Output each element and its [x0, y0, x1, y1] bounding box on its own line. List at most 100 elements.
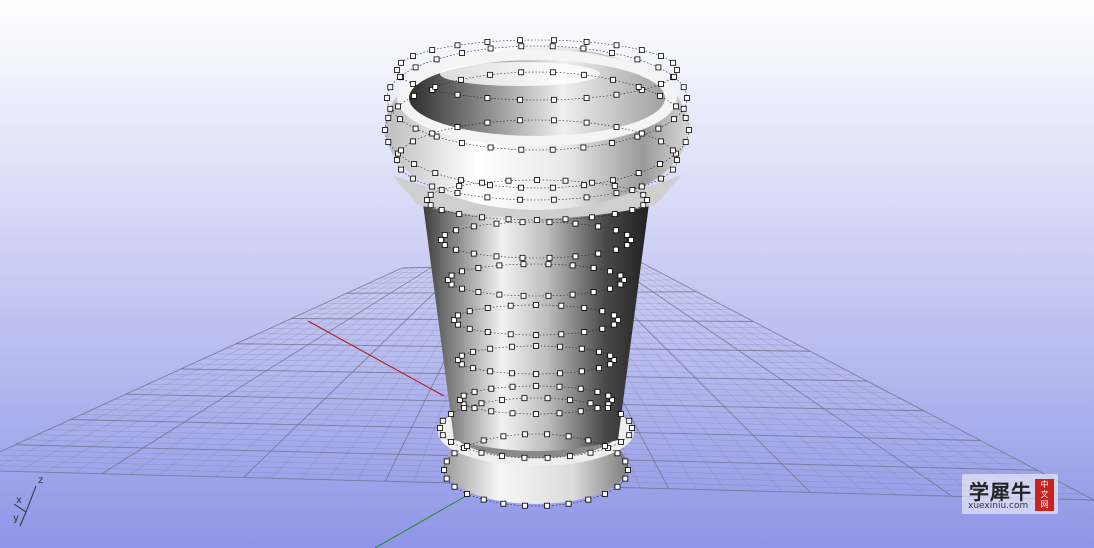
control-point[interactable] — [596, 365, 602, 372]
control-point[interactable] — [657, 161, 663, 168]
control-point[interactable] — [550, 69, 556, 76]
control-point[interactable] — [605, 405, 611, 412]
control-point[interactable] — [544, 502, 550, 509]
control-point[interactable] — [585, 437, 592, 444]
control-point[interactable] — [397, 73, 403, 80]
control-point[interactable] — [398, 147, 405, 154]
control-point[interactable] — [684, 95, 690, 101]
control-point[interactable] — [487, 345, 494, 352]
control-point[interactable] — [544, 395, 551, 402]
control-point[interactable] — [578, 368, 585, 375]
control-point[interactable] — [624, 231, 631, 238]
control-point[interactable] — [587, 400, 594, 407]
control-point[interactable] — [488, 408, 495, 415]
control-point[interactable] — [459, 140, 465, 146]
control-point[interactable] — [469, 365, 476, 372]
control-point[interactable] — [578, 345, 585, 352]
control-point[interactable] — [464, 443, 471, 450]
control-point[interactable] — [520, 292, 527, 299]
control-point[interactable] — [484, 194, 491, 201]
control-point[interactable] — [614, 483, 621, 490]
control-point[interactable] — [395, 103, 402, 110]
control-point[interactable] — [478, 400, 485, 407]
control-point[interactable] — [613, 124, 620, 130]
control-point[interactable] — [629, 207, 636, 213]
control-point[interactable] — [518, 69, 524, 76]
control-point[interactable] — [638, 130, 645, 137]
control-point[interactable] — [572, 220, 579, 227]
viewport-scene[interactable] — [0, 0, 1094, 548]
control-point[interactable] — [580, 45, 587, 52]
control-point[interactable] — [545, 261, 552, 268]
control-point[interactable] — [670, 147, 676, 154]
control-point[interactable] — [397, 116, 403, 123]
control-point[interactable] — [590, 264, 597, 271]
control-point[interactable] — [479, 179, 485, 186]
control-point[interactable] — [583, 119, 590, 126]
control-point[interactable] — [441, 242, 448, 249]
control-point[interactable] — [429, 47, 436, 53]
control-point[interactable] — [599, 308, 606, 315]
control-point[interactable] — [565, 500, 572, 507]
control-point[interactable] — [674, 157, 680, 163]
control-point[interactable] — [458, 177, 464, 184]
control-point[interactable] — [670, 59, 676, 66]
control-point[interactable] — [410, 81, 416, 87]
control-point[interactable] — [458, 76, 464, 83]
control-point[interactable] — [611, 321, 617, 328]
control-point[interactable] — [602, 443, 608, 450]
control-point[interactable] — [622, 458, 629, 465]
control-point[interactable] — [589, 214, 595, 221]
control-point[interactable] — [487, 45, 494, 52]
control-point[interactable] — [638, 183, 645, 190]
control-point[interactable] — [640, 191, 647, 198]
control-point[interactable] — [607, 268, 613, 275]
control-point[interactable] — [460, 392, 467, 399]
control-point[interactable] — [456, 211, 463, 218]
control-point[interactable] — [454, 91, 461, 98]
control-point[interactable] — [484, 39, 491, 45]
control-point[interactable] — [500, 433, 507, 440]
control-point[interactable] — [507, 302, 514, 309]
control-point[interactable] — [459, 268, 465, 275]
control-point[interactable] — [505, 216, 512, 223]
control-point[interactable] — [589, 179, 595, 186]
control-point[interactable] — [412, 64, 419, 71]
control-point[interactable] — [546, 219, 553, 226]
control-point[interactable] — [517, 96, 523, 103]
control-point[interactable] — [618, 411, 624, 418]
control-point[interactable] — [558, 331, 565, 338]
control-point[interactable] — [607, 361, 614, 368]
control-point[interactable] — [626, 417, 633, 424]
control-point[interactable] — [438, 187, 445, 193]
control-point[interactable] — [673, 103, 679, 110]
control-point[interactable] — [480, 437, 487, 444]
control-point[interactable] — [484, 329, 491, 336]
control-point[interactable] — [626, 432, 633, 439]
control-point[interactable] — [454, 124, 461, 130]
control-point[interactable] — [572, 253, 579, 260]
control-point[interactable] — [599, 325, 606, 332]
control-point[interactable] — [458, 352, 465, 359]
control-point[interactable] — [680, 84, 687, 91]
control-point[interactable] — [518, 184, 524, 191]
control-point[interactable] — [546, 254, 553, 261]
control-point[interactable] — [686, 127, 692, 133]
control-point[interactable] — [438, 207, 445, 213]
control-point[interactable] — [433, 56, 440, 63]
control-point[interactable] — [583, 95, 590, 101]
control-point[interactable] — [438, 237, 444, 243]
control-point[interactable] — [562, 177, 569, 184]
control-point[interactable] — [610, 76, 616, 83]
control-point[interactable] — [533, 332, 539, 338]
control-point[interactable] — [411, 161, 417, 168]
control-point[interactable] — [533, 411, 539, 417]
control-point[interactable] — [617, 281, 624, 288]
control-point[interactable] — [480, 496, 487, 503]
control-point[interactable] — [567, 453, 573, 460]
control-point[interactable] — [441, 231, 448, 238]
control-point[interactable] — [545, 292, 552, 299]
control-point[interactable] — [459, 50, 465, 56]
control-point[interactable] — [609, 140, 615, 146]
control-point[interactable] — [625, 467, 631, 473]
